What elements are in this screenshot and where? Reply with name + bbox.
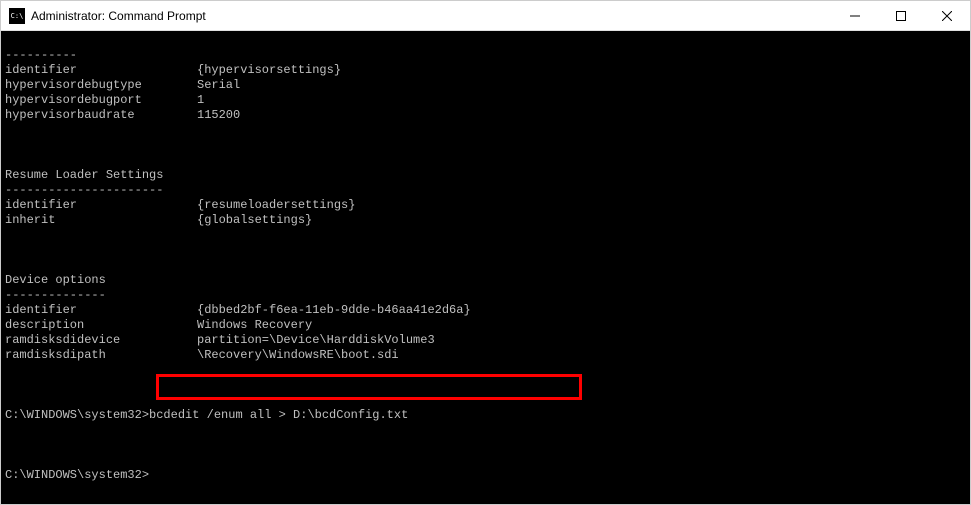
prompt-line: C:\WINDOWS\system32>bcdedit /enum all > … xyxy=(5,408,966,423)
blank-line xyxy=(5,438,966,453)
prompt-prefix: C:\WINDOWS\system32> xyxy=(5,408,149,422)
section-divider: ---------- xyxy=(5,48,966,63)
section-divider: -------------- xyxy=(5,288,966,303)
output-row: hypervisordebugport1 xyxy=(5,93,966,108)
output-row: identifier{resumeloadersettings} xyxy=(5,198,966,213)
close-button[interactable] xyxy=(924,1,970,30)
prompt-line: C:\WINDOWS\system32> xyxy=(5,468,966,483)
blank-line xyxy=(5,243,966,258)
blank-line xyxy=(5,138,966,153)
output-row: hypervisordebugtypeSerial xyxy=(5,78,966,93)
command-prompt-window: C:\ Administrator: Command Prompt ------… xyxy=(0,0,971,505)
prompt-prefix: C:\WINDOWS\system32> xyxy=(5,468,149,482)
maximize-button[interactable] xyxy=(878,1,924,30)
blank-line xyxy=(5,498,966,504)
output-row: descriptionWindows Recovery xyxy=(5,318,966,333)
output-row: inherit{globalsettings} xyxy=(5,213,966,228)
section-divider: ---------------------- xyxy=(5,183,966,198)
output-row: identifier{dbbed2bf-f6ea-11eb-9dde-b46aa… xyxy=(5,303,966,318)
cmd-icon: C:\ xyxy=(9,8,25,24)
output-row: identifier{hypervisorsettings} xyxy=(5,63,966,78)
command-text: bcdedit /enum all > D:\bcdConfig.txt xyxy=(149,408,408,422)
section-title: Resume Loader Settings xyxy=(5,168,966,183)
output-row: ramdisksdipath\Recovery\WindowsRE\boot.s… xyxy=(5,348,966,363)
output-row: hypervisorbaudrate115200 xyxy=(5,108,966,123)
window-controls xyxy=(832,1,970,30)
section-title: Device options xyxy=(5,273,966,288)
output-row: ramdisksdidevicepartition=\Device\Harddi… xyxy=(5,333,966,348)
titlebar[interactable]: C:\ Administrator: Command Prompt xyxy=(1,1,970,31)
terminal-output[interactable]: ----------identifier{hypervisorsettings}… xyxy=(1,31,970,504)
minimize-button[interactable] xyxy=(832,1,878,30)
blank-line xyxy=(5,378,966,393)
window-title: Administrator: Command Prompt xyxy=(31,9,832,23)
